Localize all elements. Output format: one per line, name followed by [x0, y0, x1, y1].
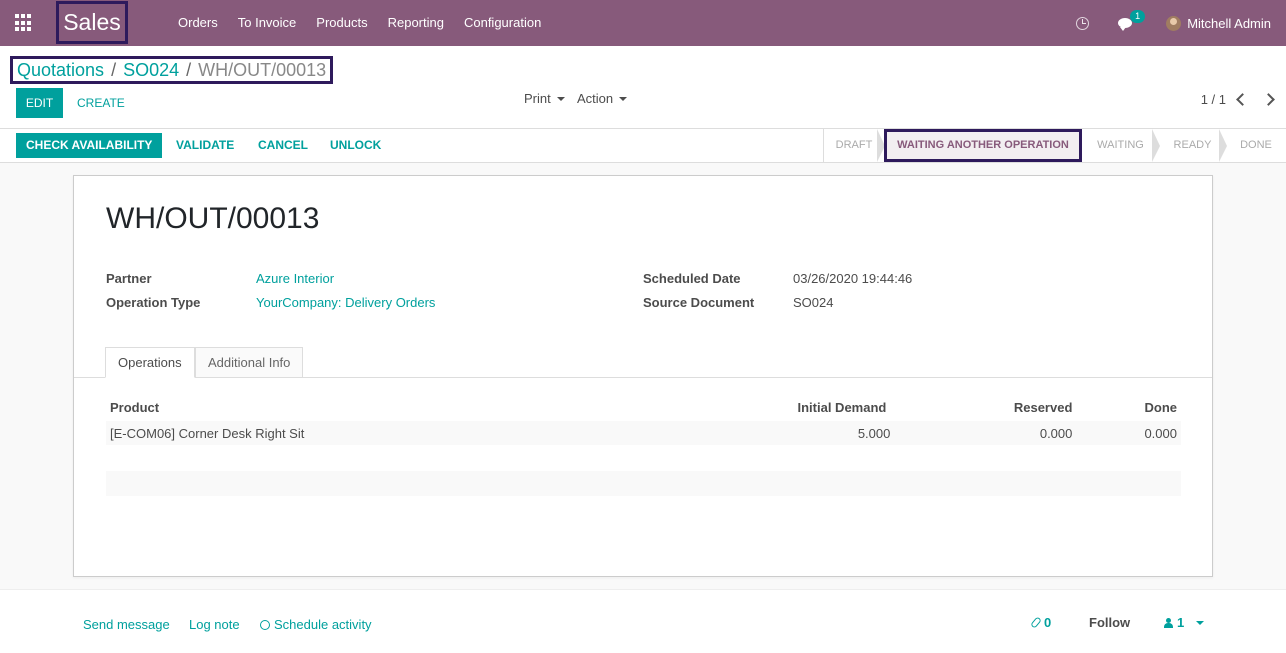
systray: 1 Mitchell Admin [1076, 0, 1286, 46]
menu-reporting[interactable]: Reporting [378, 0, 454, 46]
schedule-activity-label: Schedule activity [274, 617, 372, 632]
paperclip-icon [1030, 616, 1042, 629]
print-label: Print [524, 91, 551, 106]
breadcrumb-separator: / [186, 59, 192, 80]
operations-table: Product Initial Demand Reserved Done [E-… [106, 394, 1181, 445]
product-cell: [E-COM06] Corner Desk Right Sit [106, 421, 730, 445]
state-waiting-another-operation: WAITING ANOTHER OPERATION [884, 129, 1082, 162]
main-menu: Orders To Invoice Products Reporting Con… [168, 0, 551, 46]
attachments-button[interactable]: 0 [1030, 615, 1052, 630]
pager: 1 / 1 [1201, 92, 1275, 107]
create-button[interactable]: CREATE [77, 88, 125, 118]
breadcrumb-so024[interactable]: SO024 [123, 60, 179, 81]
menu-configuration[interactable]: Configuration [454, 0, 551, 46]
pager-next-icon[interactable] [1262, 93, 1275, 106]
done-cell: 0.000 [1076, 421, 1181, 445]
column-product[interactable]: Product [106, 394, 729, 421]
clock-icon [260, 620, 270, 630]
table-row[interactable]: [E-COM06] Corner Desk Right Sit 5.000 0.… [106, 421, 1181, 445]
tab-additional-info[interactable]: Additional Info [195, 347, 304, 378]
partner-link[interactable]: Azure Interior [256, 271, 334, 286]
caret-down-icon [1196, 620, 1205, 625]
state-draft: DRAFT [824, 129, 885, 162]
scheduled-date-label: Scheduled Date [643, 271, 741, 286]
attachments-count: 0 [1044, 615, 1052, 630]
menu-orders[interactable]: Orders [168, 0, 228, 46]
pager-value[interactable]: 1 / 1 [1201, 92, 1226, 107]
follow-button[interactable]: Follow [1089, 615, 1130, 630]
followers-count: 1 [1177, 615, 1185, 630]
state-waiting: WAITING [1082, 129, 1160, 162]
form-sheet: WH/OUT/00013 Partner Azure Interior Oper… [73, 175, 1213, 577]
caret-down-icon [556, 97, 565, 101]
source-document-value: SO024 [793, 295, 834, 310]
check-availability-button[interactable]: CHECK AVAILABILITY [16, 133, 163, 158]
notebook-tabs: Operations Additional Info [74, 347, 1212, 378]
chatter: Send message Log note Schedule activity … [0, 589, 1286, 653]
status-bar: CHECK AVAILABILITY VALIDATE CANCEL UNLOC… [0, 128, 1286, 163]
log-note-button[interactable]: Log note [189, 617, 240, 632]
avatar [1166, 15, 1182, 31]
unlock-button[interactable]: UNLOCK [330, 133, 381, 158]
record-title: WH/OUT/00013 [106, 202, 320, 235]
operation-type-label: Operation Type [106, 295, 201, 310]
activity-clock-icon[interactable] [1076, 16, 1090, 30]
initial-demand-cell: 5.000 [729, 421, 891, 445]
tab-operations[interactable]: Operations [105, 347, 195, 378]
app-brand[interactable]: Sales [56, 1, 128, 44]
edit-button[interactable]: EDIT [16, 88, 63, 118]
column-initial-demand[interactable]: Initial Demand [729, 394, 890, 421]
state-done: DONE [1240, 139, 1272, 151]
pager-previous-icon[interactable] [1236, 93, 1249, 106]
user-menu[interactable]: Mitchell Admin [1166, 15, 1271, 31]
top-navbar: Sales Orders To Invoice Products Reporti… [0, 0, 1286, 46]
validate-button[interactable]: VALIDATE [176, 133, 234, 158]
schedule-activity-button[interactable]: Schedule activity [260, 617, 372, 632]
reserved-cell: 0.000 [890, 421, 1077, 445]
state-pipeline: DRAFT WAITING ANOTHER OPERATION WAITING … [823, 129, 1286, 162]
breadcrumb-quotations[interactable]: Quotations [17, 60, 104, 81]
apps-menu-icon[interactable] [15, 14, 33, 32]
user-name: Mitchell Admin [1187, 15, 1271, 31]
breadcrumb-separator: / [111, 59, 117, 80]
chat-count-badge: 1 [1130, 10, 1146, 23]
scheduled-date-value: 03/26/2020 19:44:46 [793, 271, 913, 286]
column-reserved[interactable]: Reserved [890, 394, 1076, 421]
menu-products[interactable]: Products [306, 0, 377, 46]
action-label: Action [577, 91, 614, 106]
state-ready: READY [1159, 129, 1227, 162]
print-dropdown[interactable]: Print [524, 88, 565, 110]
cancel-button[interactable]: CANCEL [258, 133, 308, 158]
breadcrumb: Quotations / SO024 / WH/OUT/00013 [10, 56, 334, 84]
column-done[interactable]: Done [1076, 394, 1181, 421]
source-document-label: Source Document [643, 295, 755, 310]
user-icon [1164, 617, 1173, 628]
caret-down-icon [619, 97, 628, 101]
empty-table-row [106, 471, 1181, 496]
operation-type-link[interactable]: YourCompany: Delivery Orders [256, 295, 435, 310]
followers-button[interactable]: 1 [1164, 615, 1205, 630]
send-message-button[interactable]: Send message [83, 617, 170, 632]
action-dropdown[interactable]: Action [577, 88, 628, 110]
menu-to-invoice[interactable]: To Invoice [228, 0, 307, 46]
breadcrumb-current: WH/OUT/00013 [198, 59, 327, 80]
table-header-row: Product Initial Demand Reserved Done [106, 394, 1181, 421]
partner-label: Partner [106, 271, 152, 286]
messaging-menu[interactable]: 1 [1118, 10, 1146, 31]
